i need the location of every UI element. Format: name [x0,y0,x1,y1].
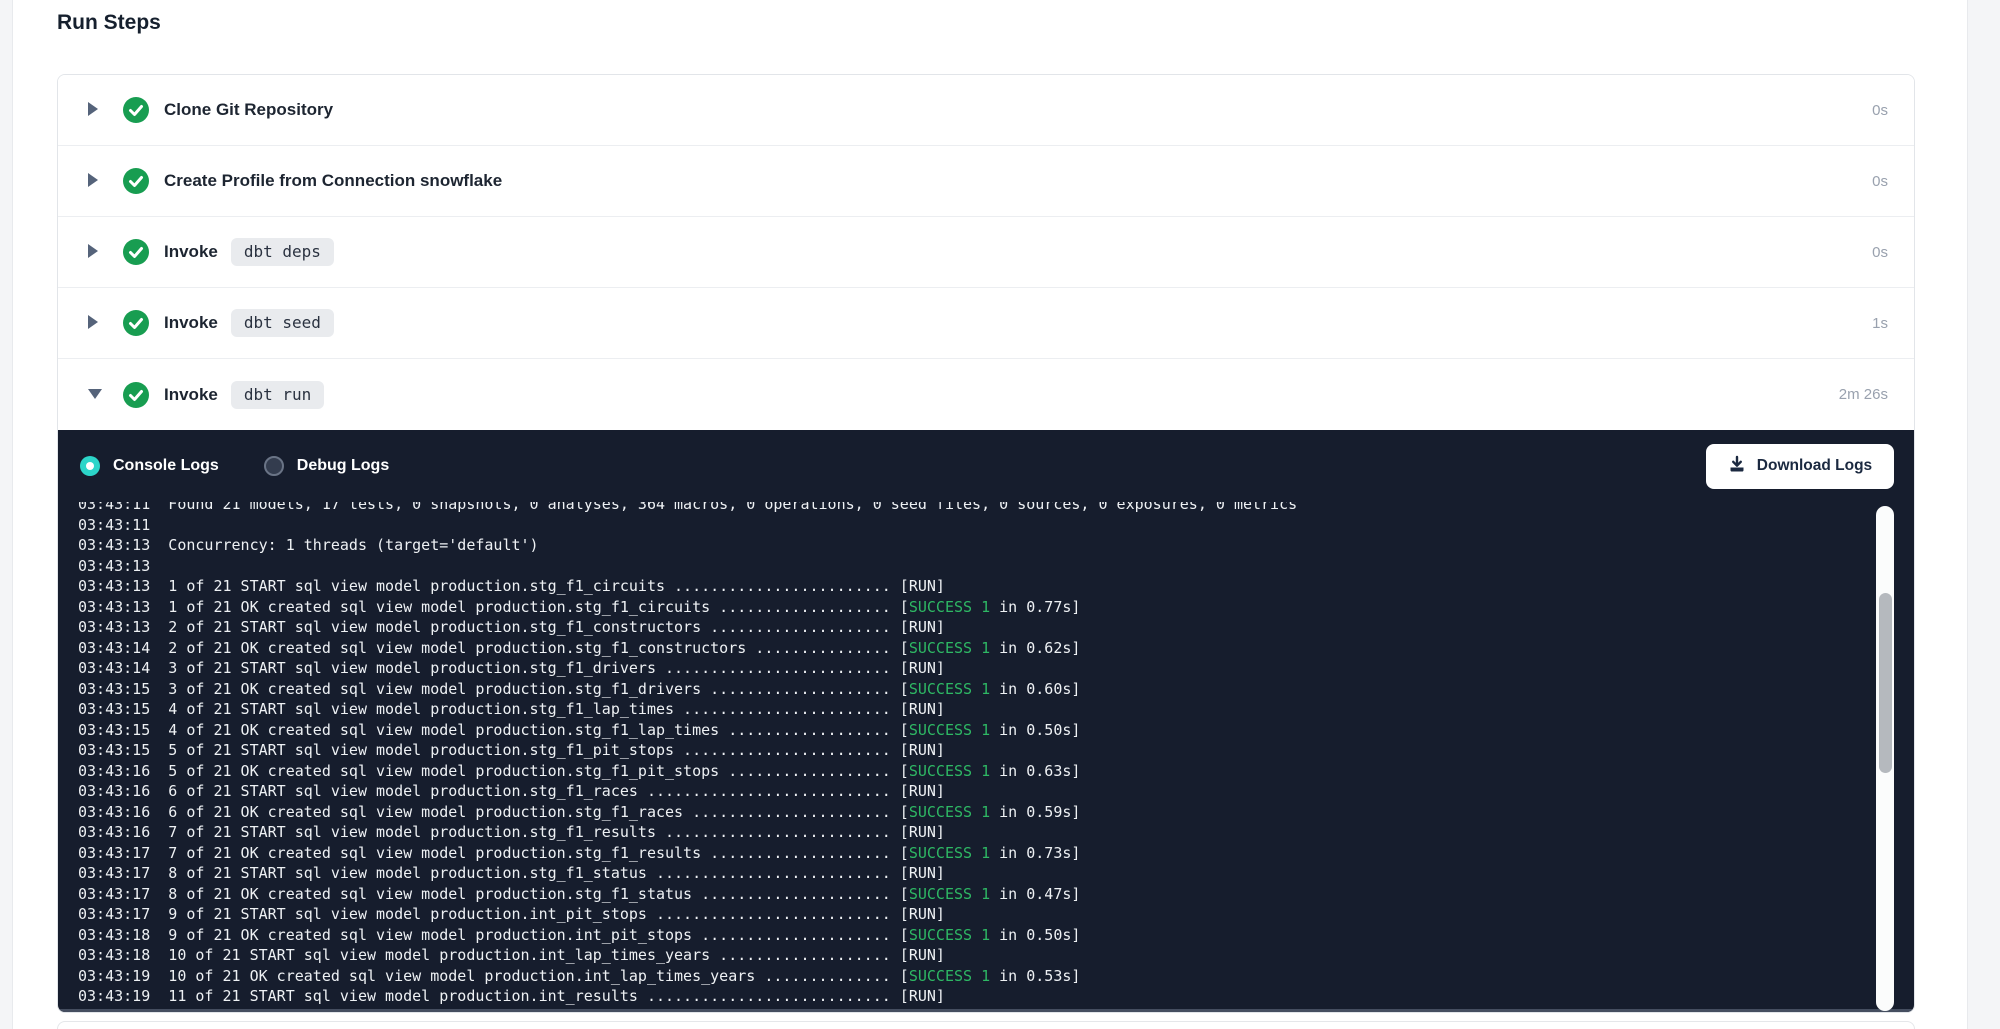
chevron-down-icon [88,387,102,402]
chevron-right-icon [88,244,98,261]
log-line: 03:43:16 6 of 21 START sql view model pr… [78,781,1868,802]
debug-logs-label: Debug Logs [297,457,389,475]
success-check-icon [123,239,149,265]
success-check-icon [123,382,149,408]
download-logs-button[interactable]: Download Logs [1706,444,1894,489]
log-line: 03:43:17 9 of 21 START sql view model pr… [78,904,1868,925]
log-line: 03:43:17 8 of 21 START sql view model pr… [78,863,1868,884]
debug-logs-radio[interactable]: Debug Logs [264,456,389,476]
success-check-icon [123,310,149,336]
step-label: Clone Git Repository [164,100,333,120]
step-label: Invoke [164,242,218,262]
command-badge: dbt deps [231,238,334,266]
log-line: 03:43:13 [78,556,1868,577]
step-duration: 0s [1872,173,1888,190]
command-badge: dbt run [231,381,324,409]
page-title: Run Steps [57,11,161,35]
log-line: 03:43:16 6 of 21 OK created sql view mod… [78,802,1868,823]
log-line: 03:43:15 4 of 21 START sql view model pr… [78,699,1868,720]
console-logs-radio[interactable]: Console Logs [80,456,219,476]
console-logs-label: Console Logs [113,457,219,475]
log-line: 03:43:17 8 of 21 OK created sql view mod… [78,884,1868,905]
step-duration: 0s [1872,244,1888,261]
collapse-step-button[interactable] [88,387,104,403]
step-duration: 2m 26s [1839,386,1888,403]
step-duration: 0s [1872,102,1888,119]
log-line: 03:43:14 2 of 21 OK created sql view mod… [78,638,1868,659]
chevron-right-icon [88,102,98,119]
step-row-clone-git-repository[interactable]: Clone Git Repository 0s [58,75,1914,146]
log-line: 03:43:13 1 of 21 START sql view model pr… [78,576,1868,597]
step-label: Invoke [164,385,218,405]
next-card-top-edge [57,1021,1915,1029]
expand-step-button[interactable] [88,315,104,331]
log-line: 03:43:15 4 of 21 OK created sql view mod… [78,720,1868,741]
log-lines: 03:43:11 Found 21 models, 17 tests, 0 sn… [78,502,1868,1007]
expand-step-button[interactable] [88,244,104,260]
log-line: 03:43:11 Found 21 models, 17 tests, 0 sn… [78,502,1868,515]
log-line: 03:43:13 1 of 21 OK created sql view mod… [78,597,1868,618]
log-line: 03:43:19 10 of 21 OK created sql view mo… [78,966,1868,987]
log-line: 03:43:14 3 of 21 START sql view model pr… [78,658,1868,679]
log-line: 03:43:18 9 of 21 OK created sql view mod… [78,925,1868,946]
console-log-panel: Console Logs Debug Logs Download Logs 03… [58,430,1914,1012]
log-line: 03:43:19 11 of 21 START sql view model p… [78,986,1868,1007]
page-right-gutter [1967,0,2000,1029]
success-check-icon [123,97,149,123]
console-log-output[interactable]: 03:43:11 Found 21 models, 17 tests, 0 sn… [78,502,1868,1009]
page-left-gutter [0,0,13,1029]
log-line: 03:43:15 3 of 21 OK created sql view mod… [78,679,1868,700]
command-badge: dbt seed [231,309,334,337]
chevron-right-icon [88,173,98,190]
log-line: 03:43:11 [78,515,1868,536]
step-row-invoke-dbt-deps[interactable]: Invoke dbt deps 0s [58,217,1914,288]
step-label: Invoke [164,313,218,333]
chevron-right-icon [88,315,98,332]
run-steps-card: Clone Git Repository 0s Create Profile f… [57,74,1915,1013]
log-line: 03:43:13 Concurrency: 1 threads (target=… [78,535,1868,556]
log-scrollbar-thumb[interactable] [1879,593,1892,773]
step-duration: 1s [1872,315,1888,332]
success-check-icon [123,168,149,194]
expand-step-button[interactable] [88,102,104,118]
radio-selected-icon [80,456,100,476]
log-line: 03:43:18 10 of 21 START sql view model p… [78,945,1868,966]
log-line: 03:43:17 7 of 21 OK created sql view mod… [78,843,1868,864]
log-scrollbar-track[interactable] [1876,506,1894,1011]
radio-unselected-icon [264,456,284,476]
step-row-create-profile[interactable]: Create Profile from Connection snowflake… [58,146,1914,217]
console-log-header: Console Logs Debug Logs Download Logs [58,430,1914,502]
download-logs-label: Download Logs [1757,457,1872,475]
download-icon [1728,455,1746,478]
log-line: 03:43:13 2 of 21 START sql view model pr… [78,617,1868,638]
expand-step-button[interactable] [88,173,104,189]
log-line: 03:43:15 5 of 21 START sql view model pr… [78,740,1868,761]
step-label: Create Profile from Connection snowflake [164,171,502,191]
step-row-invoke-dbt-run[interactable]: Invoke dbt run 2m 26s [58,359,1914,430]
log-line: 03:43:16 5 of 21 OK created sql view mod… [78,761,1868,782]
step-row-invoke-dbt-seed[interactable]: Invoke dbt seed 1s [58,288,1914,359]
log-line: 03:43:16 7 of 21 START sql view model pr… [78,822,1868,843]
